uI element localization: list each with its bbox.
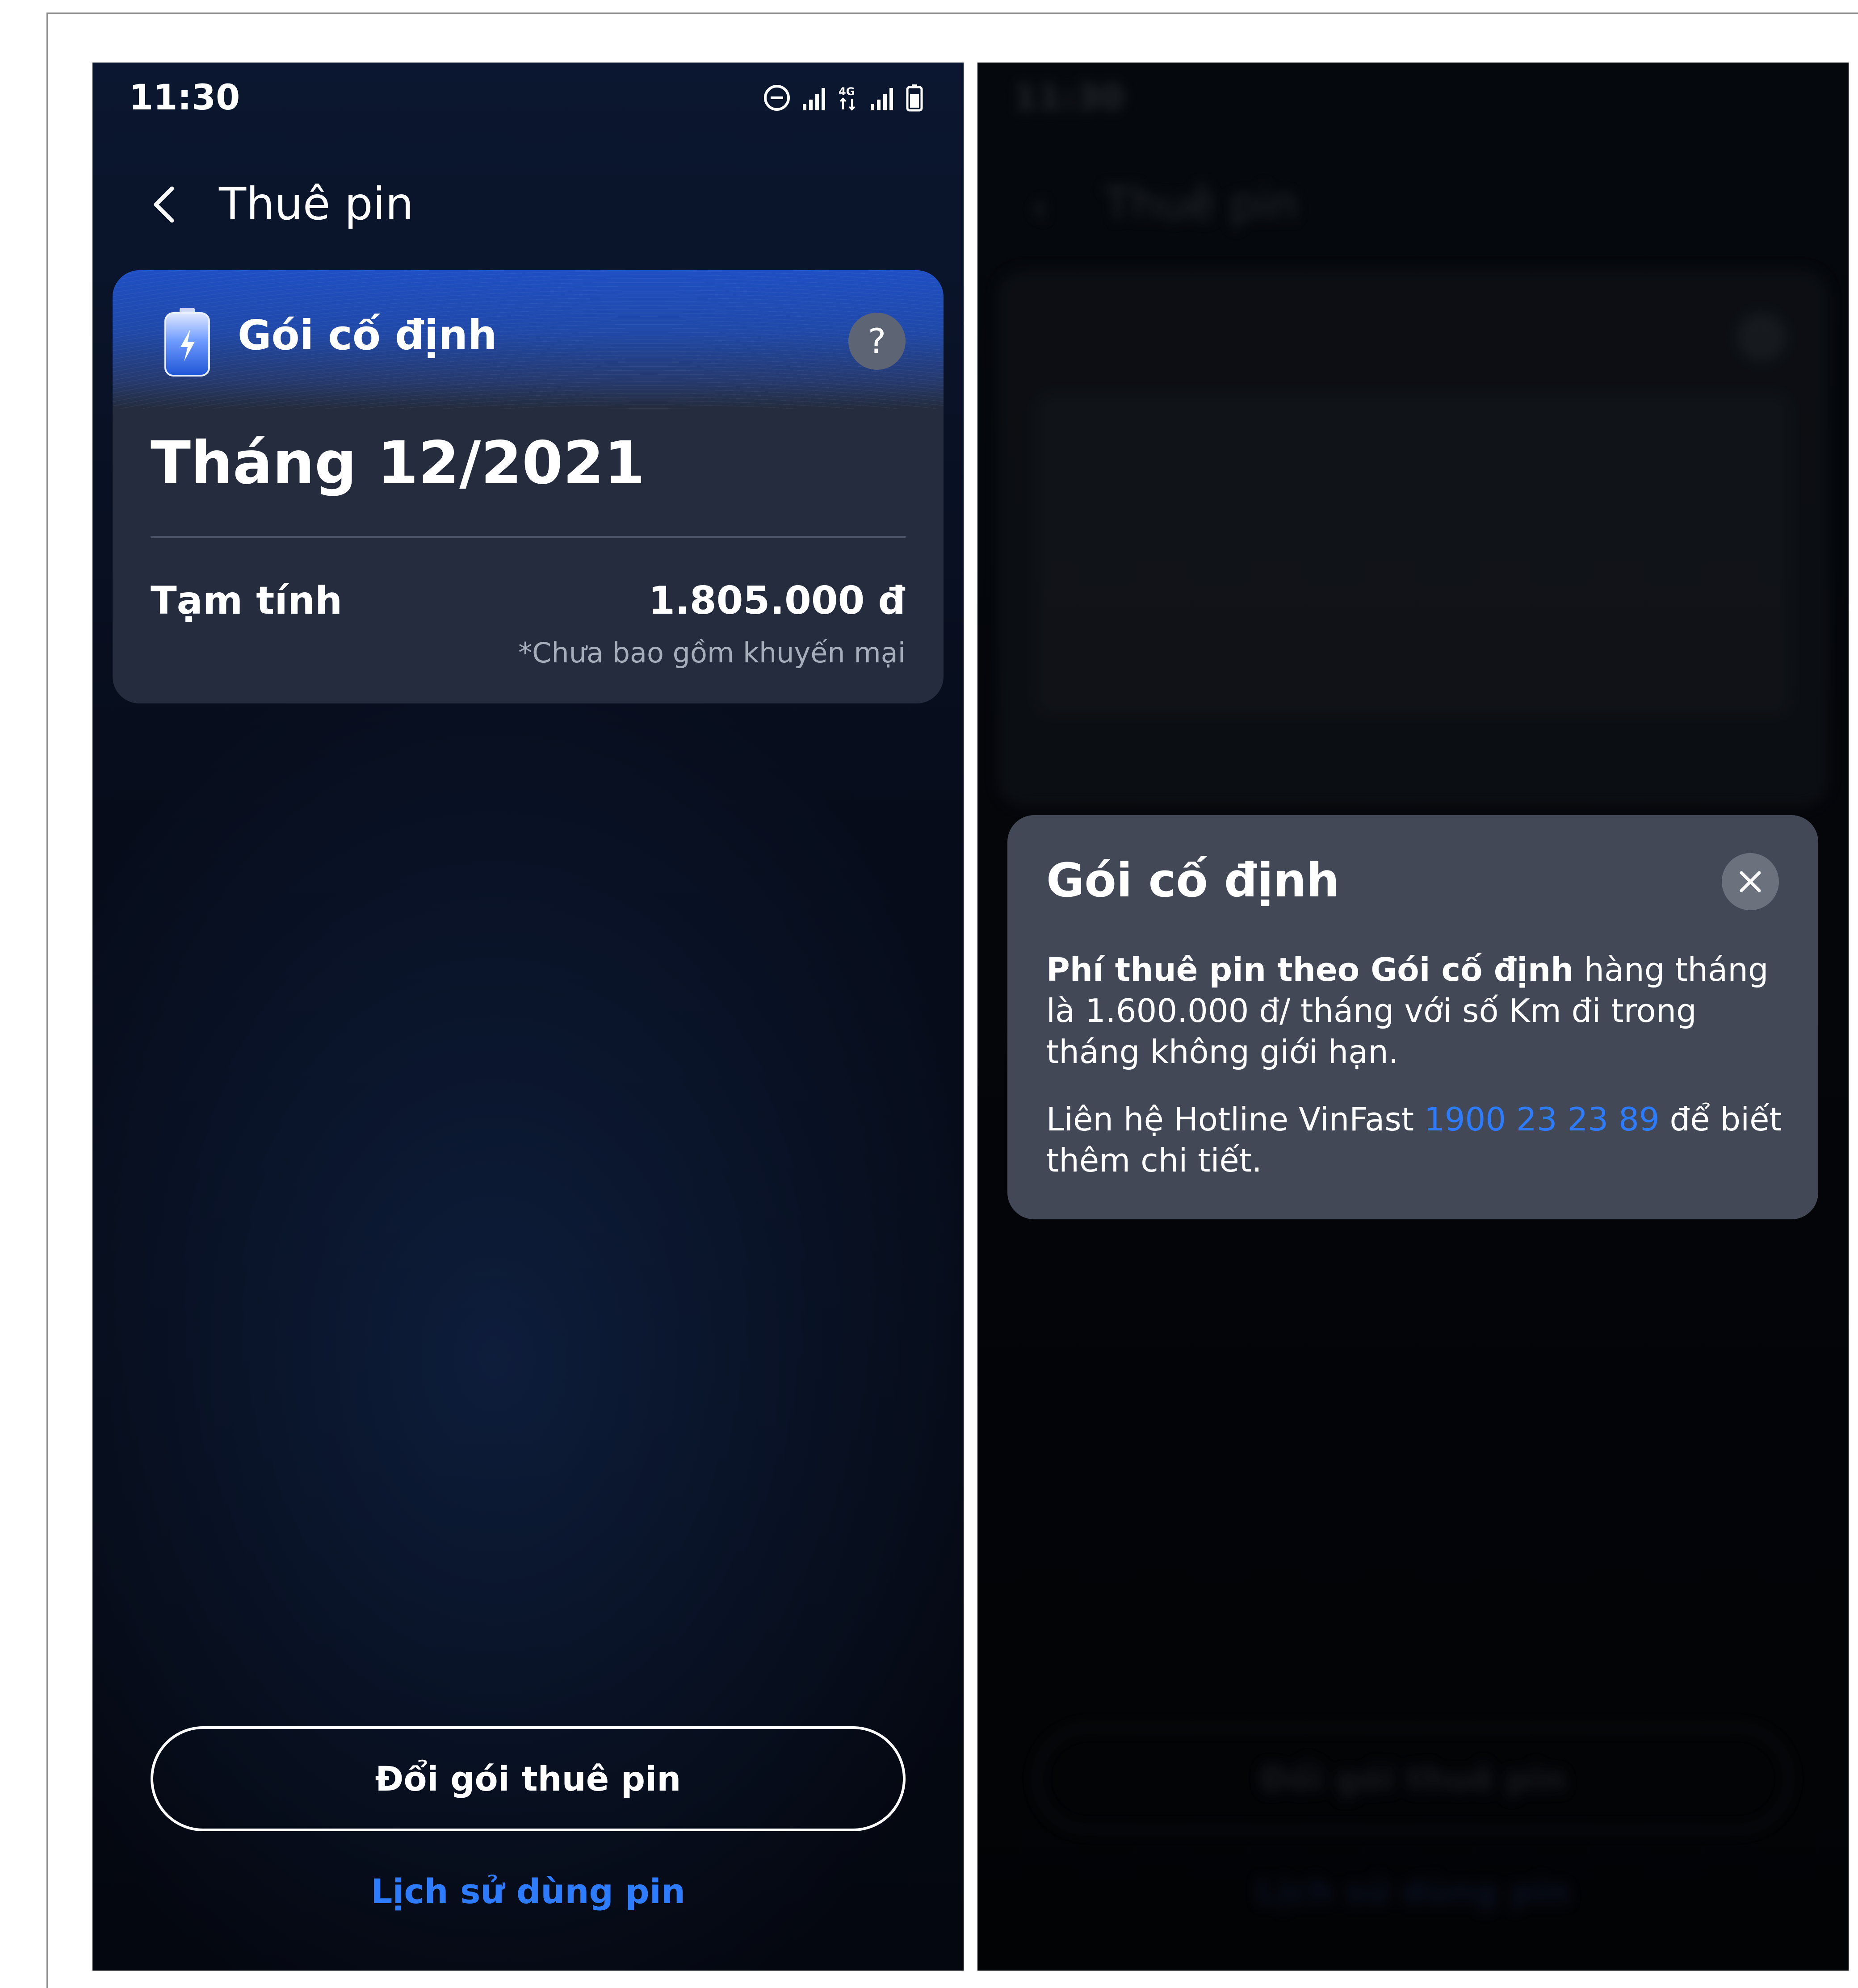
page-frame-left xyxy=(46,13,48,1988)
close-icon[interactable] xyxy=(1722,853,1779,910)
status-time: 11:30 xyxy=(129,78,240,118)
plan-info-modal: Gói cố định Phí thuê pin theo Gói cố địn… xyxy=(1007,815,1818,1219)
change-plan-button[interactable]: Đổi gói thuê pin xyxy=(151,1726,906,1831)
close-x-glyph xyxy=(1740,871,1761,892)
month-title: Tháng 12/2021 xyxy=(151,429,645,498)
modal-description-bold: Phí thuê pin theo Gói cố định xyxy=(1046,951,1574,988)
ghost-history-link: Lịch sử dùng pin xyxy=(1256,1871,1570,1911)
plan-card: Gói cố định ? Tháng 12/2021 Tạm tính 1.8… xyxy=(113,270,944,703)
hotline-link[interactable]: 1900 23 23 89 xyxy=(1424,1101,1660,1138)
battery-history-link[interactable]: Lịch sử dùng pin xyxy=(92,1871,964,1911)
help-icon[interactable]: ? xyxy=(848,313,906,370)
phone-screen-plan-info: 11:30 ‹ Thuê pin Đổi gói thuê pin Lịch s… xyxy=(977,63,1849,1971)
plan-name: Gói cố định xyxy=(238,311,497,359)
signal-icon xyxy=(803,88,825,110)
ghost-help-icon xyxy=(1737,313,1786,362)
network-4g-icon: 4G xyxy=(839,85,856,111)
status-icons: 4G xyxy=(763,82,923,113)
battery-status-icon xyxy=(906,84,923,112)
modal-contact: Liên hệ Hotline VinFast 1900 23 23 89 để… xyxy=(1046,1099,1788,1181)
svg-text:4G: 4G xyxy=(839,85,855,98)
modal-description: Phí thuê pin theo Gói cố định hàng tháng… xyxy=(1046,949,1788,1072)
plan-card-header xyxy=(113,270,944,409)
ghost-status-time: 11:30 xyxy=(1013,78,1124,118)
estimate-note: *Chưa bao gồm khuyến mại xyxy=(518,636,906,669)
card-divider xyxy=(151,536,906,538)
phone-screen-plan: 11:30 4G Thuê pin Gói cố định ? Tháng 12… xyxy=(92,63,964,1971)
page-title: Thuê pin xyxy=(219,178,414,230)
signal-icon-2 xyxy=(871,88,893,110)
modal-title: Gói cố định xyxy=(1046,853,1340,908)
ghost-change-plan-button: Đổi gói thuê pin xyxy=(1036,1726,1791,1831)
dnd-icon xyxy=(764,85,790,111)
ghost-title: Thuê pin xyxy=(1104,178,1299,230)
estimate-amount: 1.805.000 đ xyxy=(648,578,906,623)
page-frame-top xyxy=(46,13,1858,14)
modal-contact-prefix: Liên hệ Hotline VinFast xyxy=(1046,1101,1424,1138)
ghost-usage-panel xyxy=(1036,393,1791,715)
back-arrow-icon[interactable] xyxy=(146,182,182,227)
battery-charge-icon xyxy=(164,308,210,377)
estimate-label: Tạm tính xyxy=(151,578,343,623)
ghost-back-icon: ‹ xyxy=(1031,181,1049,233)
